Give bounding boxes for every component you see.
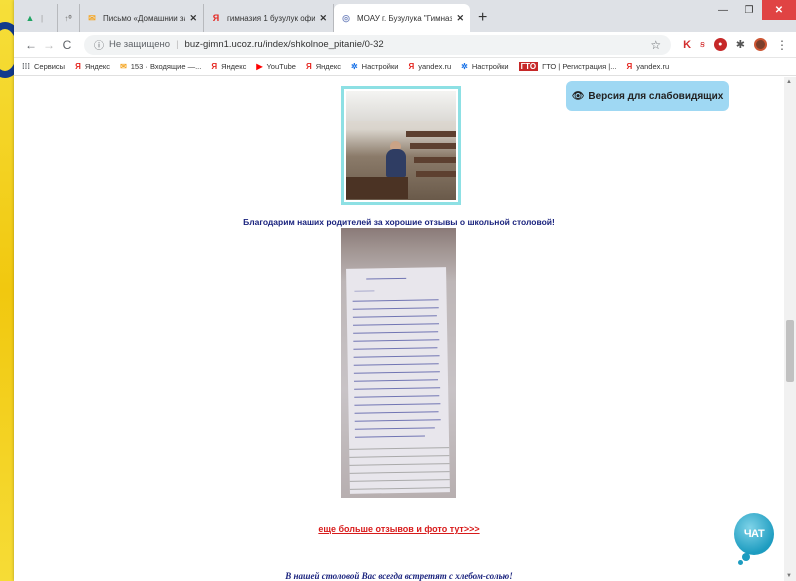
bookmark-yandex[interactable]: Я Яндекс [75,62,110,71]
chat-bubble-tail [742,553,750,561]
photo-table-front [346,177,408,199]
page-content: 👁 Версия для слабовидящих Благодарим наш… [14,77,796,581]
more-reviews-link[interactable]: еще больше отзывов и фото тут>>> [14,524,784,534]
tab-drive[interactable]: ▲ | [18,4,58,32]
minimize-icon[interactable]: — [710,0,736,20]
tab-mail[interactable]: ✉ Письмо «Домашнии задания с ✕ [80,4,204,32]
page-scrollbar[interactable]: ▲ ▼ [784,77,796,581]
tab-site-active[interactable]: ◎ МОАУ г. Бузулука "Гимназия № ✕ [334,4,470,32]
thanks-heading: Благодарим наших родителей за хорошие от… [243,217,555,227]
drive-icon: ▲ [25,13,35,23]
accessibility-version-button[interactable]: 👁 Версия для слабовидящих [566,81,729,111]
bookmark-services[interactable]: ⁞⁞⁞ Сервисы [22,62,65,71]
yandex-icon: Я [211,62,218,71]
tab-pinned[interactable]: ↑⁰ [58,4,80,32]
tab-yandex-search[interactable]: Я гимназия 1 бузулук официальн ✕ [204,4,334,32]
address-separator: | [176,39,179,50]
photo-person [386,149,406,177]
mail-icon: ✉ [88,12,96,23]
mail-icon: ✉ [120,62,127,71]
bookmarks-bar: ⁞⁞⁞ Сервисы Я Яндекс ✉ 153 · Входящие —... … [14,58,796,76]
bookmark-settings[interactable]: ✲ Настройки [351,62,398,71]
yandex-icon: Я [408,62,415,71]
bookmark-star-icon[interactable]: ☆ [650,38,661,52]
reload-icon[interactable]: C [58,38,76,52]
tab-close-icon[interactable]: ✕ [319,13,327,24]
yandex-icon: Я [305,62,312,71]
photo-table [406,131,456,137]
review-paper [346,267,450,494]
url-text[interactable]: buz-gimn1.ucoz.ru/index/shkolnoe_pitanie… [185,39,384,50]
chat-widget-button[interactable]: ЧАТ [734,513,774,565]
kaspersky-icon[interactable]: K [683,39,691,51]
menu-kebab-icon[interactable]: ⋮ [776,38,788,52]
back-arrow-icon[interactable]: ← [22,38,40,52]
gear-icon: ✲ [461,62,468,71]
yandex-icon: Я [212,13,220,23]
puzzle-icon[interactable]: ✱ [736,38,745,51]
bookmark-yandex-ru[interactable]: Яyandex.ru [408,62,451,71]
canteen-photo-scene [346,91,456,200]
photo-window-light [346,91,456,121]
bookmark-inbox[interactable]: ✉ 153 · Входящие —... [120,62,201,71]
tab-close-icon[interactable]: ✕ [456,13,464,24]
avatar[interactable] [754,38,767,51]
tab-strip: ▲ | ↑⁰ ✉ Письмо «Домашнии задания с ✕ Я … [14,0,796,32]
new-tab-button[interactable]: + [478,4,487,32]
notification-badge-icon[interactable]: ● [713,38,727,51]
browser-window: ▲ | ↑⁰ ✉ Письмо «Домашнии задания с ✕ Я … [14,0,796,581]
scroll-up-icon[interactable]: ▲ [786,79,792,85]
canteen-photo [341,86,461,205]
info-icon[interactable]: ⓘ [94,37,104,52]
bookmark-gto[interactable]: ГТО ГТО | Регистрация |... [518,62,616,71]
pinned-icon: ↑⁰ [64,13,72,23]
eye-icon: 👁 [571,90,585,102]
window-controls: — ❐ ✕ [710,0,796,22]
photo-table [414,157,456,163]
navigation-bar: ← → C ⓘ Не защищено | buz-gimn1.ucoz.ru/… [14,32,796,58]
photo-table [416,171,456,177]
bookmark-yandex[interactable]: Я Яндекс [306,62,341,71]
scroll-down-icon[interactable]: ▼ [786,573,792,579]
yandex-extension-icon[interactable]: ꞩ [700,39,705,50]
gto-icon: ГТО [518,62,539,71]
youtube-icon: ▶ [256,62,263,71]
scrollbar-thumb[interactable] [786,320,794,382]
forward-arrow-icon[interactable]: → [40,38,58,52]
yandex-icon: Я [75,62,81,71]
chat-bubble-icon: ЧАТ [734,513,774,555]
bookmark-youtube[interactable]: ▶ YouTube [256,62,296,71]
security-label: Не защищено [109,39,171,50]
bookmark-yandex-ru[interactable]: Яyandex.ru [626,62,669,71]
chat-bubble-tail [738,560,743,565]
site-icon: ◎ [342,12,350,23]
handwritten-review-photo [341,228,456,498]
address-bar[interactable]: ⓘ Не защищено | buz-gimn1.ucoz.ru/index/… [84,34,672,55]
yandex-icon: Я [626,62,633,71]
maximize-icon[interactable]: ❐ [736,0,762,20]
close-window-icon[interactable]: ✕ [762,0,796,20]
extensions-area: K ꞩ ● ✱ ⋮ [683,38,788,52]
bookmark-yandex[interactable]: Я Яндекс [211,62,246,71]
gear-icon: ✲ [350,62,358,71]
photo-table [410,143,456,149]
apps-icon: ⁞⁞⁞ [22,62,30,71]
bread-salt-caption: В нашей столовой Вас всегда встретят с х… [285,571,513,581]
bookmark-settings[interactable]: ✲ Настройки [461,62,508,71]
tab-close-icon[interactable]: ✕ [189,13,197,24]
